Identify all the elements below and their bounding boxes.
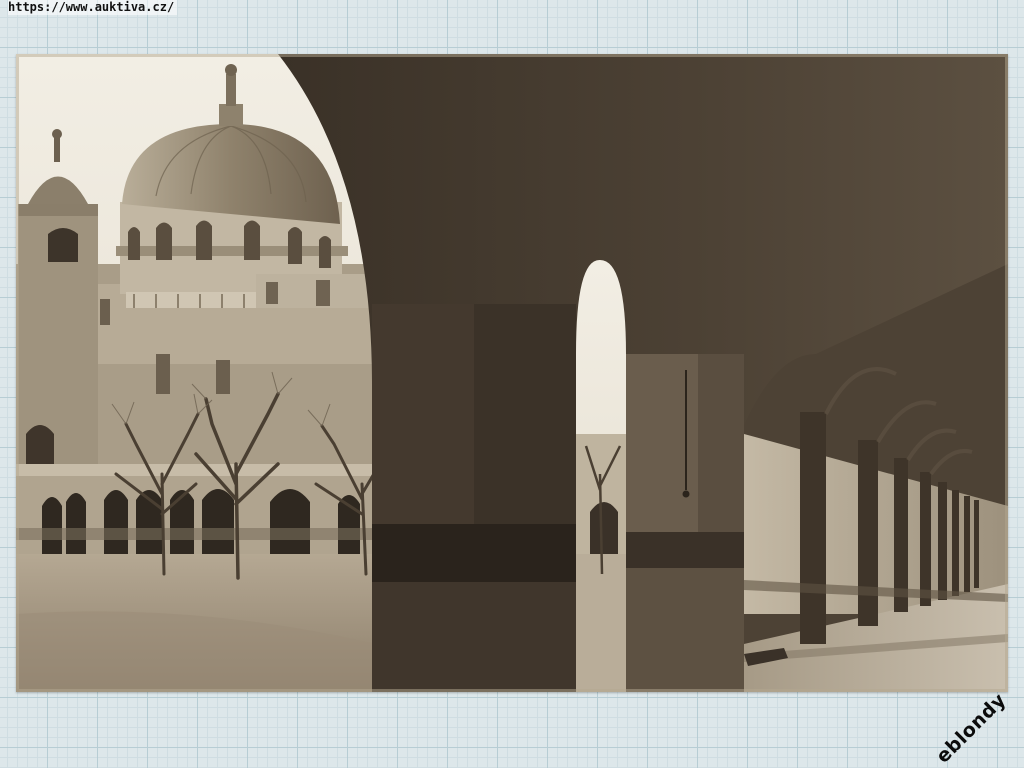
eblondy-watermark: eblondy [932, 689, 1011, 768]
postcard-photo [16, 54, 1008, 692]
source-url: https://www.auktiva.cz/ [8, 0, 178, 15]
arcade-vault [278, 54, 1008, 692]
postcard-image [16, 54, 1008, 692]
